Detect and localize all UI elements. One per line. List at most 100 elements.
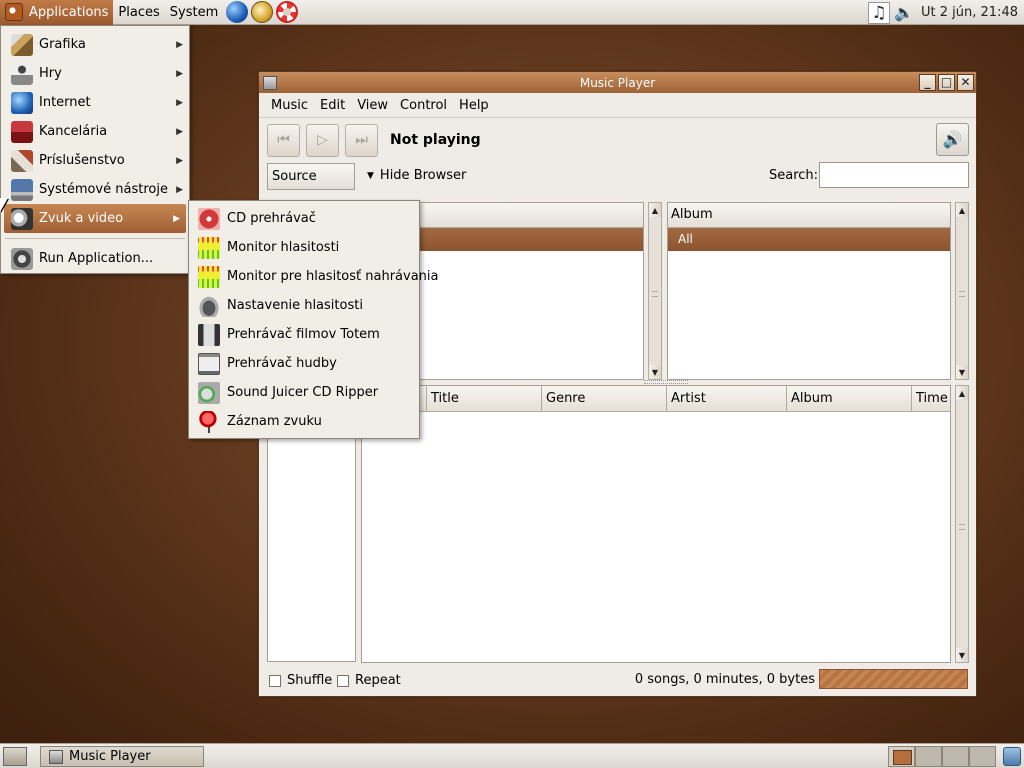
graphics-icon [11, 33, 33, 56]
system-tools-icon [11, 178, 33, 201]
menu-control[interactable]: Control [394, 98, 453, 113]
scroll-down-icon[interactable]: ▼ [956, 648, 968, 662]
notification-area: ♫ 🔈 Ut 2 jún, 21:48 [868, 0, 1024, 25]
volume-button[interactable]: 🔊 [936, 123, 969, 156]
music-note-icon[interactable]: ♫ [868, 1, 891, 24]
shuffle-checkbox-box[interactable] [269, 674, 281, 687]
taskbar-music-player[interactable]: Music Player [40, 746, 204, 767]
source-header-label: Source [272, 169, 317, 184]
sound-video-icon [11, 207, 33, 230]
submenu-arrow-icon: ▶ [176, 155, 183, 166]
mouse-cursor [0, 198, 8, 212]
maximize-button[interactable]: □ [938, 74, 955, 91]
menu-item-prislusenstvo[interactable]: Príslušenstvo ▶ [1, 146, 189, 175]
menu-edit[interactable]: Edit [314, 98, 351, 113]
menu-item-label: Systémové nástroje [39, 182, 168, 197]
repeat-label: Repeat [355, 673, 401, 688]
volume-monitor-icon [198, 236, 220, 259]
submenu-item-sound-juicer[interactable]: Sound Juicer CD Ripper [189, 378, 419, 407]
submenu-item-sound-recorder[interactable]: Záznam zvuku [189, 407, 419, 436]
submenu-arrow-icon: ▶ [176, 39, 183, 50]
artist-scrollbar[interactable]: ▲ ▼ [648, 202, 662, 380]
submenu-item-cd-player[interactable]: CD prehrávač [189, 204, 419, 233]
scroll-grip [959, 524, 965, 530]
next-icon: ⏭ [355, 132, 368, 148]
repeat-checkbox[interactable]: Repeat [337, 673, 401, 688]
music-player-icon [198, 352, 220, 375]
repeat-checkbox-box[interactable] [337, 674, 349, 687]
menu-item-zvuk-a-video[interactable]: Zvuk a video ▶ [4, 204, 186, 233]
menu-item-grafika[interactable]: Grafika ▶ [1, 30, 189, 59]
submenu-item-label: Monitor pre hlasitosť nahrávania [227, 269, 439, 284]
task-label: Music Player [69, 749, 151, 764]
globe-icon[interactable] [226, 1, 249, 23]
run-application-icon [11, 247, 33, 270]
menu-item-run-application[interactable]: Run Application... [1, 244, 189, 273]
system-menu[interactable]: System [165, 0, 223, 25]
hide-browser-toggle[interactable]: ▼ Hide Browser [367, 168, 466, 183]
album-scrollbar[interactable]: ▲ ▼ [955, 202, 969, 380]
scroll-up-icon[interactable]: ▲ [956, 203, 968, 217]
scroll-up-icon[interactable]: ▲ [649, 203, 661, 217]
close-button[interactable]: ✕ [957, 74, 974, 91]
submenu-item-volume-monitor[interactable]: Monitor hlasitosti [189, 233, 419, 262]
minimize-button[interactable]: _ [919, 74, 936, 91]
previous-button[interactable]: ⏮ [267, 123, 300, 157]
workspace-2[interactable] [915, 746, 942, 767]
column-genre[interactable]: Genre [542, 386, 667, 411]
next-button[interactable]: ⏭ [345, 123, 378, 157]
shuffle-checkbox[interactable]: Shuffle [269, 673, 332, 688]
window-title: Music Player [579, 75, 656, 90]
workspace-1[interactable] [888, 746, 915, 767]
menu-item-label: Grafika [39, 37, 86, 52]
trash-icon[interactable] [1003, 747, 1021, 766]
menu-view[interactable]: View [351, 98, 394, 113]
menu-item-internet[interactable]: Internet ▶ [1, 88, 189, 117]
help-icon[interactable] [276, 1, 299, 23]
submenu-item-music-player[interactable]: Prehrávač hudby [189, 349, 419, 378]
workspace-4[interactable] [969, 746, 996, 767]
track-scrollbar[interactable]: ▲ ▼ [955, 385, 969, 663]
submenu-item-volume-control[interactable]: Nastavenie hlasitosti [189, 291, 419, 320]
accessories-icon [11, 149, 33, 172]
album-row-selected[interactable]: All [668, 228, 950, 251]
scroll-up-icon[interactable]: ▲ [956, 386, 968, 400]
places-menu[interactable]: Places [113, 0, 164, 25]
search-input[interactable] [819, 162, 969, 188]
menu-item-hry[interactable]: Hry ▶ [1, 59, 189, 88]
scroll-down-icon[interactable]: ▼ [956, 365, 968, 379]
volume-icon[interactable]: 🔈 [893, 2, 915, 24]
volume-control-icon [198, 294, 220, 317]
clock[interactable]: Ut 2 jún, 21:48 [915, 5, 1024, 20]
submenu-item-record-monitor[interactable]: Monitor pre hlasitosť nahrávania [189, 262, 438, 291]
mail-icon[interactable] [251, 1, 274, 23]
column-title[interactable]: Title [427, 386, 542, 411]
workspace-3[interactable] [942, 746, 969, 767]
menu-help[interactable]: Help [453, 98, 495, 113]
pane-resize-handle[interactable] [644, 380, 688, 384]
sound-juicer-icon [198, 381, 220, 404]
cd-player-icon [198, 207, 220, 230]
submenu-item-label: Prehrávač hudby [227, 356, 337, 371]
menu-item-systemove-nastroje[interactable]: Systémové nástroje ▶ [1, 175, 189, 204]
play-button[interactable]: ▷ [306, 123, 339, 157]
column-album[interactable]: Album [787, 386, 912, 411]
track-list[interactable]: Title Genre Artist Album Time [361, 385, 951, 663]
applications-menu[interactable]: Applications [0, 0, 114, 25]
source-column-header[interactable]: Source [267, 163, 355, 190]
column-time[interactable]: Time [912, 386, 950, 411]
show-desktop-button[interactable] [3, 747, 27, 766]
album-pane[interactable]: Album All [667, 202, 951, 380]
column-artist[interactable]: Artist [667, 386, 787, 411]
bottom-panel: Music Player [0, 743, 1024, 768]
album-pane-header[interactable]: Album [668, 203, 950, 228]
scroll-grip [652, 291, 658, 297]
menu-music[interactable]: Music [265, 98, 314, 113]
submenu-item-totem[interactable]: Prehrávač filmov Totem [189, 320, 419, 349]
scroll-down-icon[interactable]: ▼ [649, 365, 661, 379]
applications-label: Applications [29, 4, 109, 20]
menu-item-kancelaria[interactable]: Kancelária ▶ [1, 117, 189, 146]
window-titlebar[interactable]: Music Player _ □ ✕ [259, 72, 976, 93]
applications-dropdown: Grafika ▶ Hry ▶ Internet ▶ Kancelária ▶ … [0, 25, 190, 274]
triangle-down-icon: ▼ [367, 170, 374, 181]
